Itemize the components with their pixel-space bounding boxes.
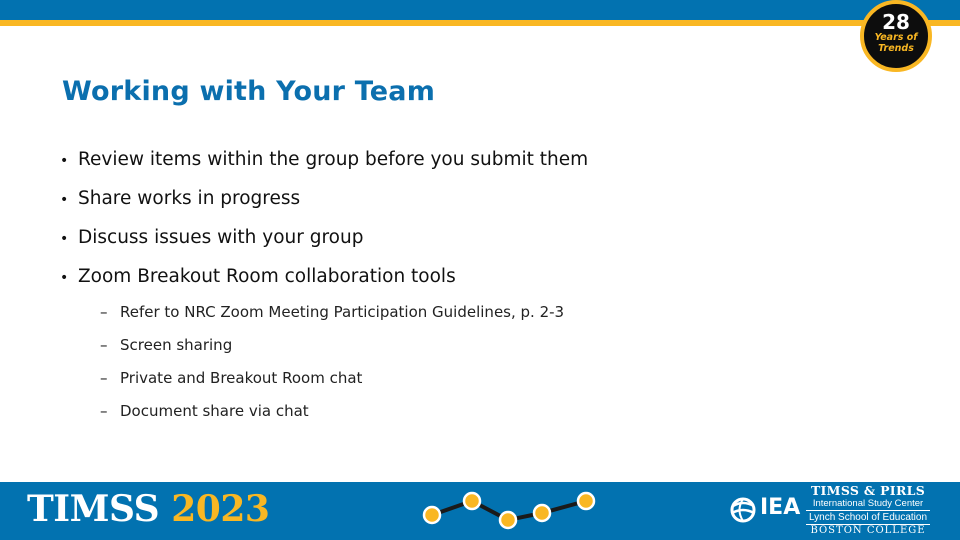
trend-point [532,503,552,523]
trend-line-icon [422,491,596,530]
timss-2023-logo: TIMSS 2023 [27,488,270,530]
sub-bullet-text: Document share via chat [120,402,309,420]
trend-point [462,491,482,511]
trend-point [422,505,442,525]
sub-bullet-item: – Document share via chat [100,401,564,434]
sub-bullet-item: – Screen sharing [100,335,564,368]
center-line-1: TIMSS & PIRLS [810,483,926,498]
center-line-2: International Study Center [806,498,930,511]
timss-word: TIMSS [27,488,160,530]
bullet-item: • Zoom Breakout Room collaboration tools [60,265,588,304]
center-line-3: Lynch School of Education [806,511,930,525]
bullet-dot: • [60,231,69,247]
bullet-dot: • [60,270,69,286]
sub-bullet-text: Refer to NRC Zoom Meeting Participation … [120,303,565,321]
bullet-text: Zoom Breakout Room collaboration tools [78,266,456,287]
header-bar [0,0,960,20]
iea-label: IEA [760,495,801,520]
bullet-dot: • [60,192,69,208]
bullet-text: Review items within the group before you… [78,149,589,170]
timss-pirls-center-logo: TIMSS & PIRLS International Study Center… [806,484,930,537]
trend-point [498,510,518,530]
bullet-item: • Review items within the group before yo… [60,148,588,187]
trend-point [576,491,596,511]
dash-glyph: – [100,336,108,354]
dash-glyph: – [100,303,108,321]
center-line-4: BOSTON COLLEGE [810,525,926,536]
timss-year: 2023 [171,488,270,530]
bullet-dot: • [60,153,69,169]
bullet-list: • Review items within the group before yo… [60,148,588,304]
badge-line-1: Years of [874,32,918,43]
dash-glyph: – [100,402,108,420]
bullet-text: Share works in progress [78,188,301,209]
bullet-item: • Share works in progress [60,187,588,226]
sub-bullet-item: – Private and Breakout Room chat [100,368,564,401]
badge-number: 28 [882,10,910,34]
sub-bullet-text: Private and Breakout Room chat [120,369,363,387]
sub-bullet-text: Screen sharing [120,336,233,354]
bullet-item: • Discuss issues with your group [60,226,588,265]
dash-glyph: – [100,369,108,387]
badge-line-2: Trends [878,43,914,54]
slide-title: Working with Your Team [62,76,436,107]
years-of-trends-badge: 28 Years of Trends [860,0,932,72]
bullet-text: Discuss issues with your group [78,227,364,248]
header-accent-stripe [0,20,960,26]
sub-bullet-list: – Refer to NRC Zoom Meeting Participation… [100,302,564,434]
sub-bullet-item: – Refer to NRC Zoom Meeting Participation… [100,302,564,335]
